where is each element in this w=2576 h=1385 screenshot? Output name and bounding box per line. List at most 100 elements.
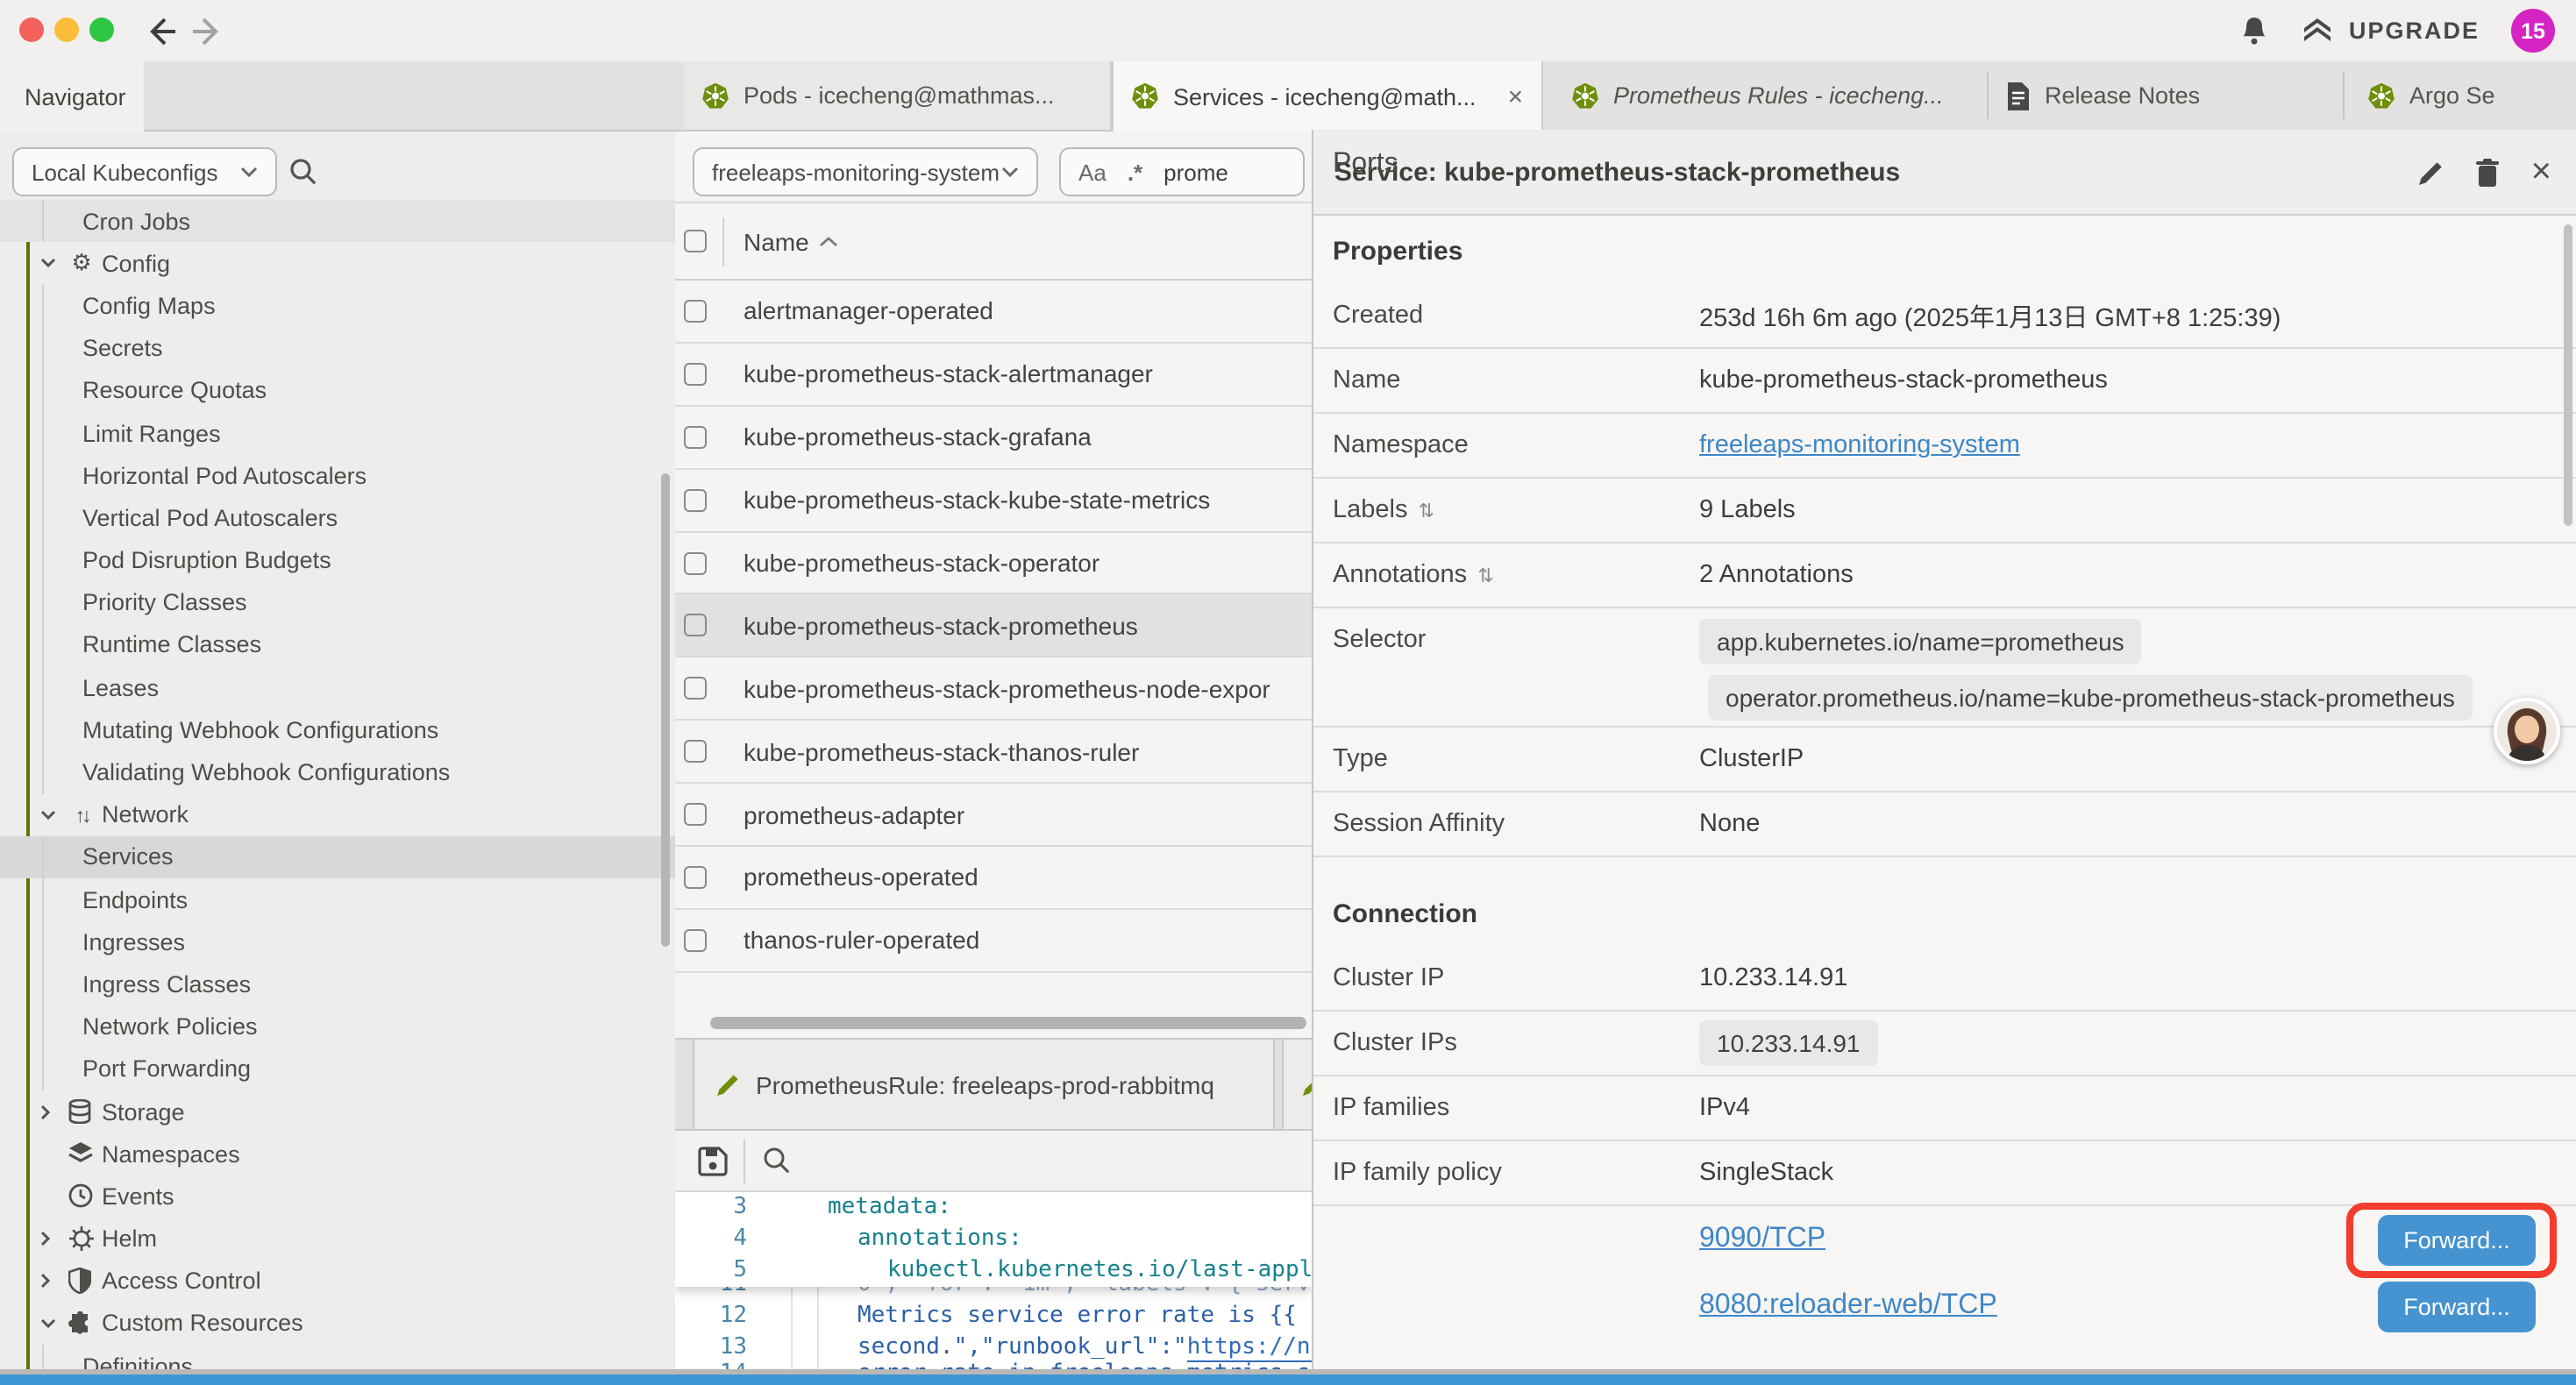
editor-tab-prometheusrule[interactable]: PrometheusRule: freeleaps-prod-rabbitmq: [693, 1040, 1275, 1129]
avatar[interactable]: [2494, 698, 2560, 764]
match-case-icon[interactable]: Aa: [1078, 159, 1107, 185]
sidebar-item-helm[interactable]: Helm: [0, 1218, 675, 1260]
table-row[interactable]: kube-prometheus-stack-kube-state-metrics: [675, 469, 1312, 532]
chevron-down-icon[interactable]: [40, 259, 56, 269]
table-row[interactable]: kube-prometheus-stack-thanos-ruler: [675, 721, 1312, 784]
sidebar-item-resource-quotas[interactable]: Resource Quotas: [0, 370, 675, 412]
row-checkbox[interactable]: [684, 803, 707, 826]
detail-scrollbar[interactable]: [2564, 224, 2572, 526]
sort-toggle-icon[interactable]: ⇅: [1477, 564, 1491, 586]
row-checkbox[interactable]: [684, 363, 707, 386]
edit-icon[interactable]: [2417, 159, 2445, 187]
sidebar-item-validating-webhook-configurations[interactable]: Validating Webhook Configurations: [0, 751, 675, 793]
namespace-link[interactable]: freeleaps-monitoring-system: [1699, 431, 2020, 459]
save-icon[interactable]: [698, 1147, 728, 1176]
sidebar-item-cron-jobs[interactable]: Cron Jobs: [0, 200, 675, 242]
select-all-checkbox[interactable]: [684, 230, 707, 252]
row-checkbox[interactable]: [684, 678, 707, 700]
row-checkbox[interactable]: [684, 929, 707, 952]
tab-prometheus-rules[interactable]: Prometheus Rules - icecheng...: [1554, 61, 1982, 130]
table-row[interactable]: kube-prometheus-stack-grafana: [675, 407, 1312, 470]
row-checkbox[interactable]: [684, 740, 707, 763]
row-label: Annotations⇅: [1333, 561, 1492, 589]
forward-button[interactable]: Forward...: [2378, 1281, 2536, 1332]
sidebar-item-pod-disruption-budgets[interactable]: Pod Disruption Budgets: [0, 539, 675, 581]
chevron-down-icon[interactable]: [40, 1318, 56, 1329]
search-icon[interactable]: [289, 158, 317, 186]
sort-toggle-icon[interactable]: ⇅: [1418, 499, 1432, 522]
yaml-editor[interactable]: 110", "for": "1m", "labels": {"service":…: [675, 1192, 1312, 1385]
sidebar-item-leases[interactable]: Leases: [0, 666, 675, 708]
sidebar-item-vertical-pod-autoscalers[interactable]: Vertical Pod Autoscalers: [0, 497, 675, 539]
zoom-window-button[interactable]: [89, 18, 114, 42]
tab-argo[interactable]: Argo Se: [2350, 61, 2576, 130]
forward-button[interactable]: Forward...: [2378, 1214, 2536, 1265]
table-header[interactable]: Name: [675, 203, 1312, 281]
table-row[interactable]: thanos-ruler-operated: [675, 910, 1312, 973]
service-name: kube-prometheus-stack-prometheus: [744, 612, 1138, 640]
chevron-right-icon[interactable]: [40, 1231, 51, 1246]
kubeconfig-select[interactable]: Local Kubeconfigs: [12, 147, 277, 196]
row-checkbox[interactable]: [684, 488, 707, 511]
row-checkbox[interactable]: [684, 425, 707, 448]
notification-badge[interactable]: 15: [2511, 9, 2555, 53]
table-row[interactable]: kube-prometheus-stack-prometheus-node-ex…: [675, 658, 1312, 721]
namespace-select[interactable]: freeleaps-monitoring-system: [693, 147, 1038, 196]
row-checkbox[interactable]: [684, 300, 707, 323]
tab-pods[interactable]: Pods - icecheng@mathmas...: [684, 61, 1112, 130]
namespaces-icon: [68, 1141, 95, 1166]
close-icon[interactable]: ×: [2531, 153, 2551, 193]
search-input[interactable]: Aa .* prome: [1059, 147, 1305, 196]
row-checkbox[interactable]: [684, 614, 707, 637]
sidebar-item-limit-ranges[interactable]: Limit Ranges: [0, 412, 675, 454]
table-row[interactable]: alertmanager-operated: [675, 281, 1312, 344]
table-row[interactable]: prometheus-operated: [675, 847, 1312, 910]
minimize-window-button[interactable]: [54, 18, 79, 42]
sidebar-item-port-forwarding[interactable]: Port Forwarding: [0, 1048, 675, 1090]
horizontal-scrollbar[interactable]: [710, 1017, 1306, 1029]
forward-icon[interactable]: [189, 12, 228, 51]
sidebar-item-network[interactable]: ↑↓Network: [0, 793, 675, 835]
detail-row-annotations: Annotations⇅2 Annotations: [1313, 543, 2576, 608]
table-row[interactable]: prometheus-adapter: [675, 784, 1312, 847]
sidebar-item-custom-resources[interactable]: Custom Resources: [0, 1303, 675, 1345]
chevron-down-icon[interactable]: [40, 809, 56, 820]
editor-tab-next[interactable]: [1282, 1040, 1312, 1129]
row-checkbox[interactable]: [684, 866, 707, 889]
chevron-right-icon[interactable]: [40, 1274, 51, 1289]
sidebar-item-services[interactable]: Services: [0, 836, 675, 878]
sidebar-item-access-control[interactable]: Access Control: [0, 1260, 675, 1302]
sidebar-item-config[interactable]: ⚙Config: [0, 242, 675, 284]
search-icon[interactable]: [763, 1147, 791, 1175]
tab-services[interactable]: Services - icecheng@math... ×: [1112, 61, 1543, 131]
bell-icon[interactable]: [2240, 15, 2270, 46]
sidebar-item-network-policies[interactable]: Network Policies: [0, 1005, 675, 1048]
sidebar-item-namespaces[interactable]: Namespaces: [0, 1133, 675, 1175]
back-icon[interactable]: [140, 12, 179, 51]
trash-icon[interactable]: [2475, 158, 2501, 188]
sidebar-item-priority-classes[interactable]: Priority Classes: [0, 581, 675, 623]
regex-icon[interactable]: .*: [1128, 159, 1142, 185]
sidebar-item-runtime-classes[interactable]: Runtime Classes: [0, 624, 675, 666]
sidebar-item-endpoints[interactable]: Endpoints: [0, 878, 675, 920]
sidebar-item-storage[interactable]: Storage: [0, 1090, 675, 1133]
row-checkbox[interactable]: [684, 551, 707, 574]
sidebar-item-horizontal-pod-autoscalers[interactable]: Horizontal Pod Autoscalers: [0, 454, 675, 496]
table-row[interactable]: kube-prometheus-stack-alertmanager: [675, 344, 1312, 407]
sidebar-item-secrets[interactable]: Secrets: [0, 327, 675, 369]
sidebar-item-label: Config: [102, 251, 170, 277]
sidebar-item-events[interactable]: Events: [0, 1175, 675, 1218]
navigator-panel-tab[interactable]: Navigator: [0, 61, 144, 131]
chevron-right-icon[interactable]: [40, 1104, 51, 1119]
sidebar-item-ingress-classes[interactable]: Ingress Classes: [0, 963, 675, 1005]
upgrade-button[interactable]: UPGRADE: [2302, 16, 2480, 46]
close-window-button[interactable]: [19, 18, 44, 42]
sidebar-item-config-maps[interactable]: Config Maps: [0, 285, 675, 327]
close-tab-icon[interactable]: ×: [1508, 82, 1524, 111]
table-row[interactable]: kube-prometheus-stack-prometheus: [675, 595, 1312, 658]
table-row[interactable]: kube-prometheus-stack-operator: [675, 532, 1312, 595]
sidebar-scrollbar[interactable]: [661, 473, 670, 947]
sidebar-item-mutating-webhook-configurations[interactable]: Mutating Webhook Configurations: [0, 709, 675, 751]
sidebar-item-ingresses[interactable]: Ingresses: [0, 920, 675, 962]
tab-release-notes[interactable]: Release Notes: [1989, 61, 2341, 130]
